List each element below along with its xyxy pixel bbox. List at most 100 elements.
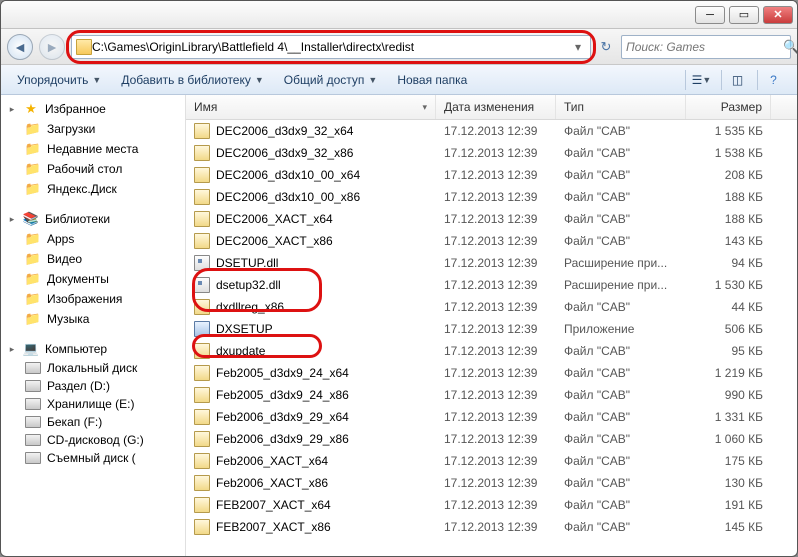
search-input[interactable] — [626, 40, 783, 54]
file-row[interactable]: FEB2007_XACT_x8617.12.2013 12:39Файл "CA… — [186, 516, 797, 538]
file-date: 17.12.2013 12:39 — [436, 498, 556, 512]
file-row[interactable]: dxupdate17.12.2013 12:39Файл "CAB"95 КБ — [186, 340, 797, 362]
file-cab-icon — [194, 299, 210, 315]
file-name: DEC2006_d3dx10_00_x64 — [216, 168, 360, 182]
file-date: 17.12.2013 12:39 — [436, 432, 556, 446]
file-row[interactable]: DEC2006_d3dx10_00_x8617.12.2013 12:39Фай… — [186, 186, 797, 208]
file-size: 143 КБ — [686, 234, 771, 248]
organize-label: Упорядочить — [17, 73, 88, 87]
column-size[interactable]: Размер — [686, 95, 771, 119]
nav-item[interactable]: 📁Видео — [7, 249, 185, 269]
help-button[interactable]: ? — [757, 70, 789, 90]
file-row[interactable]: DEC2006_XACT_x8617.12.2013 12:39Файл "CA… — [186, 230, 797, 252]
file-row[interactable]: Feb2006_d3dx9_29_x6417.12.2013 12:39Файл… — [186, 406, 797, 428]
file-type: Файл "CAB" — [556, 168, 686, 182]
nav-item-label: Недавние места — [47, 142, 138, 156]
file-row[interactable]: Feb2005_d3dx9_24_x6417.12.2013 12:39Файл… — [186, 362, 797, 384]
nav-item[interactable]: 📁Недавние места — [7, 139, 185, 159]
nav-item[interactable]: Хранилище (E:) — [7, 395, 185, 413]
file-row[interactable]: Feb2005_d3dx9_24_x8617.12.2013 12:39Файл… — [186, 384, 797, 406]
preview-pane-button[interactable]: ◫ — [721, 70, 753, 90]
libraries-header[interactable]: ▸📚Библиотеки — [7, 209, 185, 229]
maximize-button[interactable]: ▭ — [729, 6, 759, 24]
nav-item[interactable]: Раздел (D:) — [7, 377, 185, 395]
view-options-button[interactable]: ☰ ▼ — [685, 70, 717, 90]
include-in-library-menu[interactable]: Добавить в библиотеку ▼ — [113, 71, 271, 89]
file-date: 17.12.2013 12:39 — [436, 322, 556, 336]
nav-item-label: Съемный диск ( — [47, 451, 136, 465]
library-icon: 📁 — [25, 231, 41, 247]
file-type: Файл "CAB" — [556, 388, 686, 402]
column-date[interactable]: Дата изменения — [436, 95, 556, 119]
nav-item[interactable]: Бекап (F:) — [7, 413, 185, 431]
file-name: DEC2006_d3dx9_32_x64 — [216, 124, 353, 138]
file-type: Расширение при... — [556, 278, 686, 292]
file-size: 1 530 КБ — [686, 278, 771, 292]
nav-item[interactable]: 📁 Apps — [7, 229, 185, 249]
address-bar[interactable]: ▾ — [71, 35, 591, 59]
file-row[interactable]: FEB2007_XACT_x6417.12.2013 12:39Файл "CA… — [186, 494, 797, 516]
organize-menu[interactable]: Упорядочить ▼ — [9, 71, 109, 89]
file-list[interactable]: Имя▾ Дата изменения Тип Размер DEC2006_d… — [186, 95, 797, 556]
collapse-icon: ▸ — [7, 344, 17, 355]
file-row[interactable]: Feb2006_XACT_x8617.12.2013 12:39Файл "CA… — [186, 472, 797, 494]
nav-item[interactable]: Съемный диск ( — [7, 449, 185, 467]
file-cab-icon — [194, 211, 210, 227]
file-name: Feb2006_XACT_x86 — [216, 476, 328, 490]
file-row[interactable]: Feb2006_d3dx9_29_x8617.12.2013 12:39Файл… — [186, 428, 797, 450]
column-type[interactable]: Тип — [556, 95, 686, 119]
file-row[interactable]: DSETUP.dll17.12.2013 12:39Расширение при… — [186, 252, 797, 274]
chevron-down-icon: ▼ — [702, 75, 711, 85]
file-size: 44 КБ — [686, 300, 771, 314]
file-row[interactable]: DXSETUP17.12.2013 12:39Приложение506 КБ — [186, 318, 797, 340]
close-button[interactable]: ✕ — [763, 6, 793, 24]
file-row[interactable]: Feb2006_XACT_x6417.12.2013 12:39Файл "CA… — [186, 450, 797, 472]
file-row[interactable]: dsetup32.dll17.12.2013 12:39Расширение п… — [186, 274, 797, 296]
file-name: dsetup32.dll — [216, 278, 281, 292]
folder-icon: 📁 — [25, 161, 41, 177]
nav-item[interactable]: 📁Яндекс.Диск — [7, 179, 185, 199]
file-row[interactable]: DEC2006_XACT_x6417.12.2013 12:39Файл "CA… — [186, 208, 797, 230]
file-row[interactable]: DEC2006_d3dx10_00_x64 17.12.2013 12:39Фай… — [186, 164, 797, 186]
search-box[interactable]: 🔍 — [621, 35, 791, 59]
file-name: DEC2006_XACT_x64 — [216, 212, 333, 226]
file-size: 145 КБ — [686, 520, 771, 534]
file-row[interactable]: DEC2006_d3dx9_32_x6417.12.2013 12:39Файл… — [186, 120, 797, 142]
nav-item[interactable]: 📁Документы — [7, 269, 185, 289]
share-label: Общий доступ — [284, 73, 365, 87]
sort-indicator-icon: ▾ — [422, 102, 427, 113]
nav-item[interactable]: 📁Музыка — [7, 309, 185, 329]
file-type: Файл "CAB" — [556, 366, 686, 380]
column-name[interactable]: Имя▾ — [186, 95, 436, 119]
file-name: DSETUP.dll — [216, 256, 278, 270]
address-input[interactable] — [92, 40, 570, 54]
nav-item-label: Бекап (F:) — [47, 415, 102, 429]
command-bar: Упорядочить ▼ Добавить в библиотеку ▼ Об… — [1, 65, 797, 95]
file-row[interactable]: DEC2006_d3dx9_32_x8617.12.2013 12:39Файл… — [186, 142, 797, 164]
file-date: 17.12.2013 12:39 — [436, 388, 556, 402]
nav-item[interactable]: 📁Изображения — [7, 289, 185, 309]
nav-item-label: Apps — [47, 232, 74, 246]
chevron-down-icon: ▼ — [368, 75, 377, 85]
navigation-pane[interactable]: ▸★Избранное 📁Загрузки📁Недавние места📁Раб… — [1, 95, 186, 556]
nav-item-label: Изображения — [47, 292, 122, 306]
minimize-button[interactable]: ─ — [695, 6, 725, 24]
new-folder-button[interactable]: Новая папка — [389, 71, 475, 89]
file-date: 17.12.2013 12:39 — [436, 168, 556, 182]
nav-item[interactable]: 📁Загрузки — [7, 119, 185, 139]
share-menu[interactable]: Общий доступ ▼ — [276, 71, 386, 89]
file-size: 1 219 КБ — [686, 366, 771, 380]
nav-item[interactable]: Локальный диск — [7, 359, 185, 377]
file-row[interactable]: dxdllreg_x8617.12.2013 12:39Файл "CAB"44… — [186, 296, 797, 318]
file-cab-icon — [194, 145, 210, 161]
back-button[interactable]: ◄ — [7, 34, 33, 60]
file-date: 17.12.2013 12:39 — [436, 146, 556, 160]
favorites-header[interactable]: ▸★Избранное — [7, 99, 185, 119]
nav-item[interactable]: CD-дисковод (G:) — [7, 431, 185, 449]
address-dropdown-icon[interactable]: ▾ — [570, 40, 586, 54]
refresh-button[interactable]: ↻ — [597, 39, 615, 55]
nav-item[interactable]: 📁Рабочий стол — [7, 159, 185, 179]
computer-header[interactable]: ▸💻Компьютер — [7, 339, 185, 359]
forward-button[interactable]: ► — [39, 34, 65, 60]
file-exe-icon — [194, 321, 210, 337]
